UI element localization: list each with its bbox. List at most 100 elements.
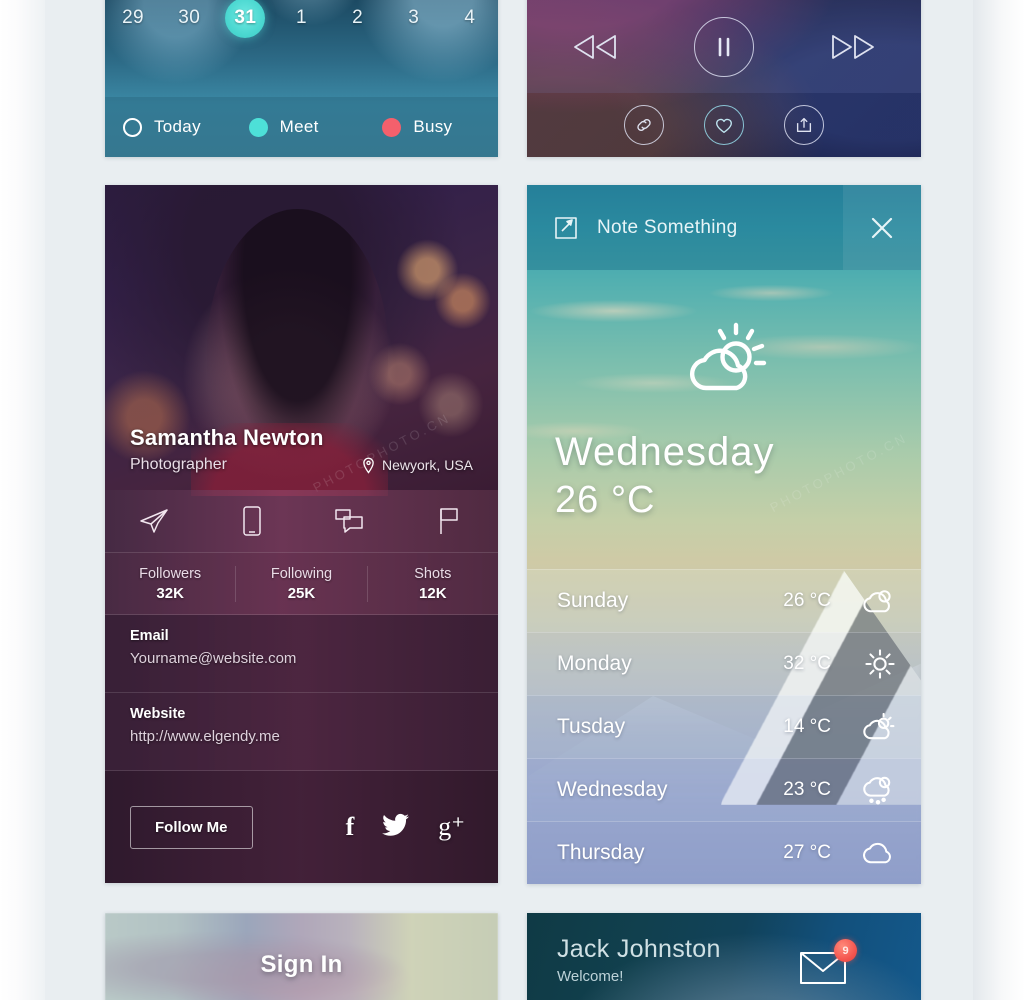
- sun-icon: [853, 649, 895, 679]
- mail-notification[interactable]: 9: [799, 939, 859, 989]
- cloud-icon: [853, 841, 895, 865]
- profile-footer: Follow Me f g⁺: [105, 771, 498, 883]
- stat-label: Following: [270, 565, 333, 582]
- legend-label: Today: [154, 117, 201, 136]
- forecast-temp: 32 °C: [783, 653, 831, 674]
- profile-name: Samantha Newton: [130, 425, 324, 450]
- stat-value: 12K: [419, 584, 447, 602]
- music-transport-controls: [527, 0, 921, 93]
- send-icon[interactable]: [105, 507, 203, 535]
- link-icon[interactable]: [624, 105, 664, 145]
- profile-card: PHOTOPHOTO.CN Samantha Newton Photograph…: [105, 185, 498, 883]
- signin-title: Sign In: [260, 951, 343, 978]
- location-pin-icon: [363, 457, 374, 474]
- circle-outline-icon: [123, 117, 142, 137]
- stat-shots[interactable]: Shots 12K: [366, 565, 498, 602]
- flag-icon[interactable]: [400, 506, 498, 536]
- profile-role: Photographer: [130, 456, 227, 473]
- calendar-date-cell-selected[interactable]: 31: [225, 0, 266, 39]
- forecast-day: Monday: [557, 652, 632, 675]
- calendar-widget-card: 22 23 24 25 26 27 28 29 30 31 1 2 3 4 To…: [105, 0, 498, 157]
- mobile-icon[interactable]: [203, 505, 301, 537]
- circle-filled-icon: [382, 117, 402, 137]
- calendar-date-cell[interactable]: 29: [113, 0, 153, 38]
- stat-label: Followers: [139, 565, 202, 582]
- share-icon[interactable]: [784, 105, 824, 145]
- circle-filled-icon: [248, 117, 268, 137]
- legend-item-busy[interactable]: Busy: [364, 117, 498, 137]
- calendar-date-cell[interactable]: 4: [450, 0, 490, 38]
- field-value: http://www.elgendy.me: [130, 728, 280, 745]
- stat-following[interactable]: Following 25K: [235, 565, 366, 602]
- forecast-day: Tusday: [557, 715, 626, 738]
- forecast-day: Sunday: [557, 589, 629, 612]
- calendar-legend: Today Meet Busy: [105, 97, 498, 157]
- profile-location-label: Newyork, USA: [381, 457, 473, 473]
- note-trigger[interactable]: Note Something: [527, 215, 843, 241]
- social-links: f g⁺: [346, 813, 473, 841]
- calendar-date-cell[interactable]: 1: [281, 0, 321, 38]
- weather-condition-icon: [527, 320, 921, 400]
- stat-value: 25K: [287, 584, 316, 602]
- note-label: Note Something: [597, 216, 738, 238]
- field-label: Email: [130, 628, 169, 644]
- welcome-identity: Jack Johnston Welcome!: [557, 935, 721, 985]
- welcome-card: Jack Johnston Welcome! 9: [527, 913, 921, 1000]
- chat-icon[interactable]: [302, 507, 400, 535]
- forecast-day: Thursday: [557, 841, 645, 864]
- legend-item-meet[interactable]: Meet: [239, 117, 365, 137]
- welcome-user-name: Jack Johnston: [557, 935, 721, 963]
- cloud-sun-icon: [853, 713, 895, 741]
- forecast-temp: 23 °C: [783, 779, 831, 800]
- screenshot-root: 22 23 24 25 26 27 28 29 30 31 1 2 3 4 To…: [0, 0, 1024, 1000]
- rewind-icon[interactable]: [568, 32, 622, 62]
- forecast-row[interactable]: Tusday 14 °C: [527, 695, 921, 758]
- forecast-row[interactable]: Wednesday 23 °C: [527, 758, 921, 821]
- forecast-row[interactable]: Monday 32 °C: [527, 632, 921, 695]
- calendar-date-cell[interactable]: 3: [394, 0, 434, 38]
- profile-location: Newyork, USA: [362, 457, 473, 474]
- stat-label: Shots: [414, 565, 452, 582]
- compose-icon: [555, 216, 577, 239]
- forecast-temp: 27 °C: [783, 842, 831, 863]
- follow-me-button[interactable]: Follow Me: [130, 805, 253, 849]
- google-plus-icon[interactable]: g⁺: [438, 814, 465, 840]
- forecast-row[interactable]: Thursday 27 °C: [527, 821, 921, 884]
- music-player-card: [527, 0, 921, 157]
- twitter-icon[interactable]: [382, 813, 410, 841]
- weather-forecast-list: Sunday 26 °C Monday 32 °C Tusday 14 °C W…: [527, 569, 921, 884]
- legend-label: Meet: [279, 117, 319, 136]
- weather-current-day: Wednesday: [555, 430, 775, 474]
- profile-field-website[interactable]: Website http://www.elgendy.me: [105, 693, 498, 771]
- pause-icon[interactable]: [694, 16, 754, 77]
- notification-badge: 9: [834, 939, 857, 962]
- forecast-row[interactable]: Sunday 26 °C: [527, 569, 921, 632]
- profile-field-email[interactable]: Email Yourname@website.com: [105, 615, 498, 693]
- weather-current-temp: 26 °C: [555, 479, 656, 521]
- stat-value: 32K: [156, 584, 184, 602]
- stat-followers[interactable]: Followers 32K: [105, 566, 235, 602]
- weather-card: Note Something Wednesday 26 °C Sunday 26…: [527, 185, 921, 884]
- close-icon[interactable]: [843, 185, 921, 270]
- legend-label: Busy: [413, 117, 453, 136]
- facebook-icon[interactable]: f: [346, 814, 355, 840]
- welcome-subtitle: Welcome!: [557, 968, 624, 985]
- calendar-date-cell[interactable]: 2: [338, 0, 378, 38]
- heart-icon[interactable]: [704, 105, 744, 145]
- calendar-date-cell[interactable]: 30: [169, 0, 209, 38]
- field-label: Website: [130, 706, 186, 722]
- cloud-sun-icon: [853, 588, 895, 614]
- legend-item-today[interactable]: Today: [105, 117, 239, 137]
- forecast-day: Wednesday: [557, 778, 668, 801]
- weather-current: Wednesday 26 °C: [555, 430, 775, 522]
- cloud-snow-icon: [853, 775, 895, 805]
- note-bar: Note Something: [527, 185, 921, 270]
- profile-stats: Followers 32K Following 25K Shots 12K: [105, 552, 498, 615]
- profile-action-iconbar: [105, 490, 498, 552]
- forecast-temp: 14 °C: [783, 716, 831, 737]
- signin-card: Sign In: [105, 913, 498, 1000]
- forecast-temp: 26 °C: [783, 590, 831, 611]
- field-value: Yourname@website.com: [130, 650, 297, 667]
- fast-forward-icon[interactable]: [826, 32, 880, 62]
- calendar-date-grid: 22 23 24 25 26 27 28 29 30 31 1 2 3 4: [105, 0, 498, 97]
